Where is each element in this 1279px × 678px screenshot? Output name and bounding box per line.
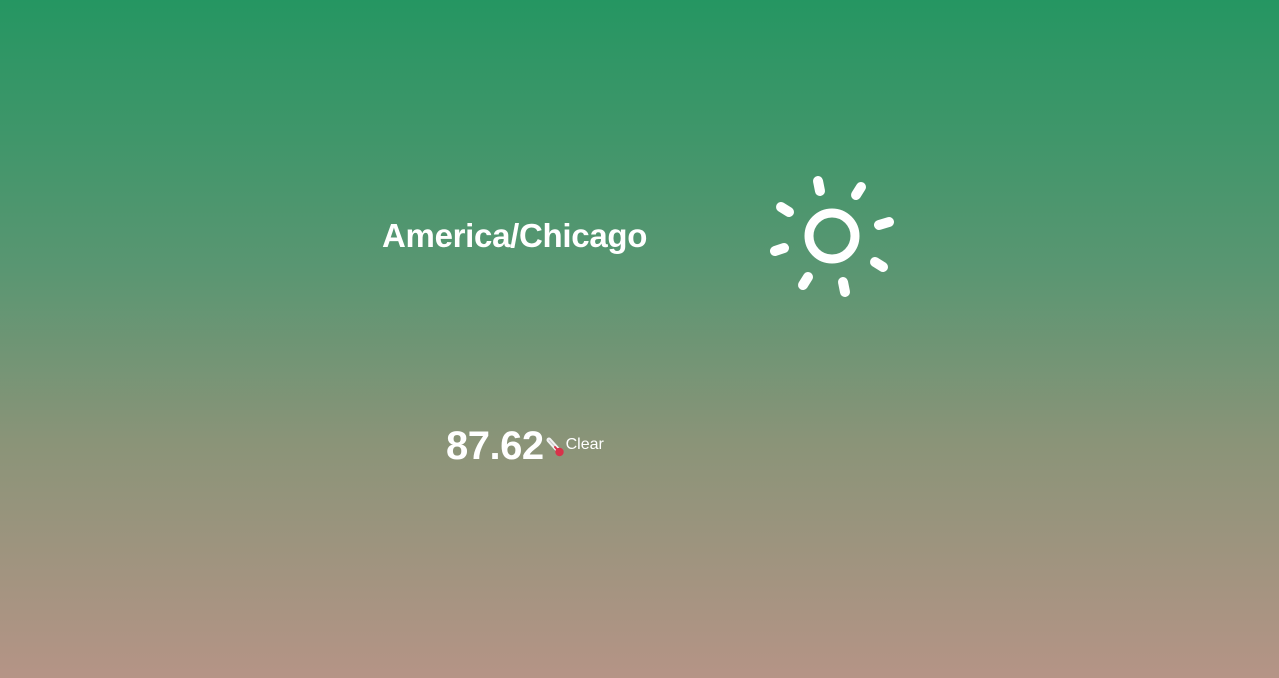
temperature-value: 87.62 — [446, 424, 544, 468]
sun-icon — [770, 176, 894, 297]
thermometer-icon — [546, 437, 564, 457]
condition-label: Clear — [565, 436, 604, 453]
temperature-row: 87.62 Clear — [446, 420, 604, 468]
location-name: America/Chicago — [382, 217, 648, 254]
